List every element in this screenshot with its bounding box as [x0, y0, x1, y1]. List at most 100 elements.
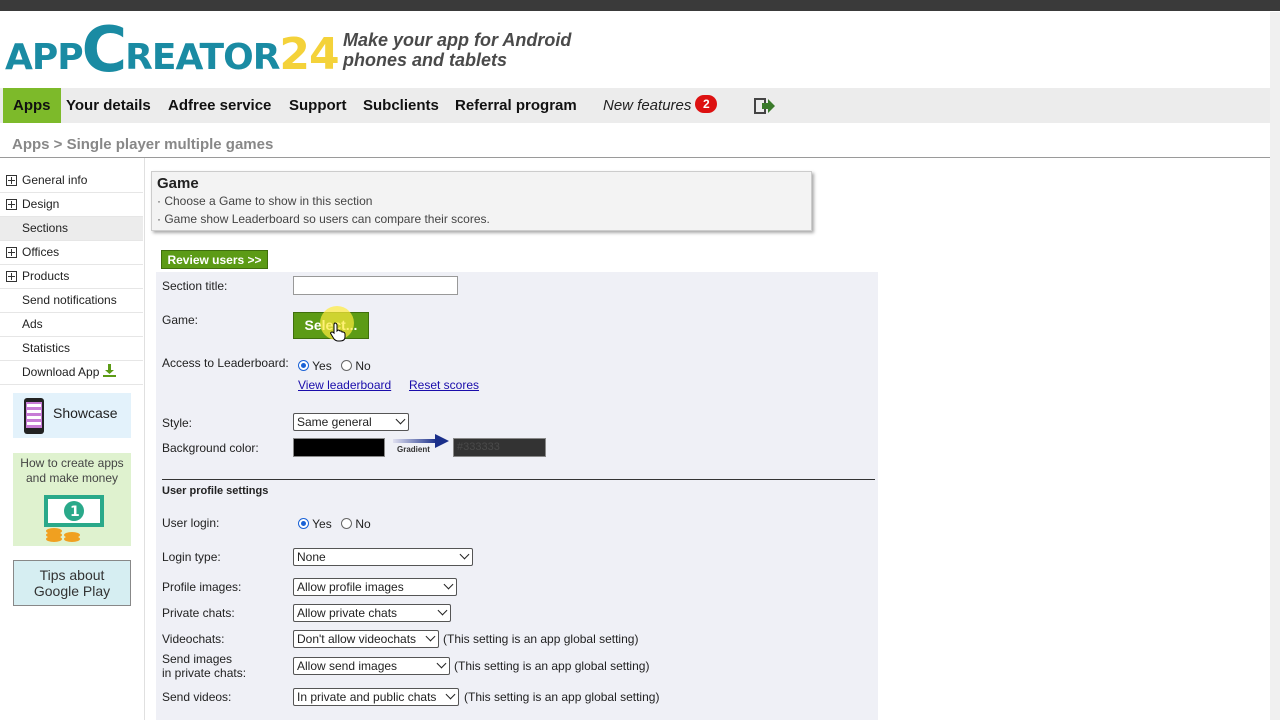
send-videos-label: Send videos:	[162, 690, 232, 704]
chevron-down-icon	[437, 605, 448, 616]
expand-plus-icon	[6, 271, 17, 282]
background-color-label: Background color:	[162, 441, 259, 455]
view-leaderboard-link[interactable]: View leaderboard	[298, 378, 391, 392]
svg-text:1: 1	[70, 504, 80, 520]
phone-icon	[24, 398, 44, 434]
login-type-label: Login type:	[162, 550, 221, 564]
sidebar-item-label: Statistics	[22, 341, 71, 355]
sidebar-item-label: Products	[22, 269, 70, 283]
sidebar-item-label: Offices	[22, 245, 60, 259]
profile-images-value: Allow profile images	[297, 580, 404, 594]
leaderboard-yes-radio[interactable]	[298, 360, 309, 371]
showcase-label: Showcase	[53, 405, 118, 421]
login-type-select[interactable]: None	[293, 548, 473, 566]
style-select[interactable]: Same general	[293, 413, 409, 431]
logo[interactable]: APP C REATOR 24	[5, 13, 340, 86]
nav-support[interactable]: Support	[289, 88, 347, 123]
profile-images-select[interactable]: Allow profile images	[293, 578, 457, 596]
sidebar-item-label: Ads	[22, 317, 43, 331]
chevron-down-icon	[443, 579, 454, 590]
sidebar-item-download-app[interactable]: Download App	[0, 361, 143, 385]
breadcrumb[interactable]: Apps > Single player multiple games	[12, 136, 273, 153]
sidebar-item-general-info[interactable]: General info	[0, 169, 143, 193]
leaderboard-no-radio[interactable]	[341, 360, 353, 371]
logo-text-c: C	[81, 13, 128, 86]
money-icon: 1	[44, 495, 104, 542]
make-money-card[interactable]: How to create apps and make money 1	[13, 453, 131, 546]
send-videos-select[interactable]: In private and public chats	[293, 688, 459, 706]
gradient-label: Gradient	[397, 445, 430, 454]
radio-yes-label: Yes	[312, 517, 332, 531]
reset-scores-link[interactable]: Reset scores	[409, 378, 479, 392]
background-color-swatch[interactable]	[293, 438, 385, 457]
sidebar-item-label: General info	[22, 173, 88, 187]
tips-google-play-card[interactable]: Tips about Google Play	[13, 560, 131, 606]
chevron-down-icon	[459, 549, 470, 560]
videochats-value: Don't allow videochats	[297, 632, 417, 646]
sidebar-item-offices[interactable]: Offices	[0, 241, 143, 265]
new-features-badge: 2	[695, 95, 718, 113]
radio-no-label: No	[355, 517, 371, 531]
tagline: Make your app for Android phones and tab…	[343, 30, 571, 70]
leaderboard-radio-group: Yes No	[298, 359, 371, 373]
tips-line-1: Tips about	[39, 567, 105, 583]
info-box-line-1: · Choose a Game to show in this section	[157, 194, 373, 208]
logo-text-app: APP	[5, 37, 84, 78]
download-app-text: Download App	[22, 365, 100, 379]
send-images-value: Allow send images	[297, 659, 398, 673]
info-box-title: Game	[157, 175, 199, 192]
sidebar-item-products[interactable]: Products	[0, 265, 143, 289]
user-login-radio-group: Yes No	[298, 517, 371, 531]
info-box-line-2: · Game show Leaderboard so users can com…	[157, 212, 490, 226]
videochats-select[interactable]: Don't allow videochats	[293, 630, 439, 648]
send-images-select[interactable]: Allow send images	[293, 657, 450, 675]
make-money-text-1: How to create apps	[20, 456, 124, 470]
sidebar-item-ads[interactable]: Ads	[0, 313, 143, 337]
sidebar-item-sections[interactable]: Sections	[0, 217, 143, 241]
new-features-label: New features	[603, 97, 692, 114]
radio-no-label: No	[355, 359, 371, 373]
tagline-line-2: phones and tablets	[343, 50, 508, 70]
chevron-down-icon	[425, 631, 436, 642]
tips-line-2: Google Play	[33, 583, 111, 599]
sidebar-item-label: Download App	[22, 361, 116, 384]
private-chats-select[interactable]: Allow private chats	[293, 604, 451, 622]
main-nav: Apps Your details Adfree service Support…	[0, 88, 1280, 123]
review-users-button[interactable]: Review users >>	[161, 250, 268, 269]
gradient-color-field[interactable]: #333333	[453, 438, 546, 457]
logo-text-24: 24	[279, 29, 339, 80]
showcase-card[interactable]: Showcase	[13, 393, 131, 438]
tagline-line-1: Make your app for Android	[343, 30, 572, 50]
section-title-label: Section title:	[162, 279, 228, 293]
user-login-label: User login:	[162, 516, 220, 530]
chevron-down-icon	[436, 658, 447, 669]
nav-adfree-service[interactable]: Adfree service	[168, 88, 271, 123]
logout-icon[interactable]	[754, 96, 776, 116]
make-money-text-2: and make money	[25, 471, 119, 485]
send-videos-value: In private and public chats	[297, 690, 437, 704]
sidebar: General info Design Sections Offices Pro…	[0, 169, 143, 385]
header-divider	[0, 157, 1280, 158]
expand-plus-icon	[6, 247, 17, 258]
sidebar-item-label: Sections	[22, 221, 69, 235]
global-setting-note: (This setting is an app global setting)	[443, 632, 639, 646]
nav-subclients[interactable]: Subclients	[363, 88, 439, 123]
nav-apps[interactable]: Apps	[3, 88, 61, 123]
sidebar-item-design[interactable]: Design	[0, 193, 143, 217]
chevron-down-icon	[395, 414, 406, 425]
game-label: Game:	[162, 313, 199, 327]
leaderboard-label: Access to Leaderboard:	[162, 356, 289, 370]
login-type-value: None	[297, 550, 326, 564]
sidebar-item-label: Design	[22, 197, 60, 211]
user-login-yes-radio[interactable]	[298, 518, 309, 529]
user-login-no-radio[interactable]	[341, 518, 353, 529]
nav-referral-program[interactable]: Referral program	[455, 88, 577, 123]
nav-your-details[interactable]: Your details	[66, 88, 151, 123]
page-scrollbar[interactable]	[1270, 12, 1280, 720]
section-title-input[interactable]	[293, 276, 458, 295]
profile-images-label: Profile images:	[162, 580, 242, 594]
chevron-down-icon	[445, 689, 456, 700]
nav-new-features[interactable]: New features 2	[603, 88, 718, 123]
sidebar-item-statistics[interactable]: Statistics	[0, 337, 143, 361]
sidebar-item-send-notifications[interactable]: Send notifications	[0, 289, 143, 313]
